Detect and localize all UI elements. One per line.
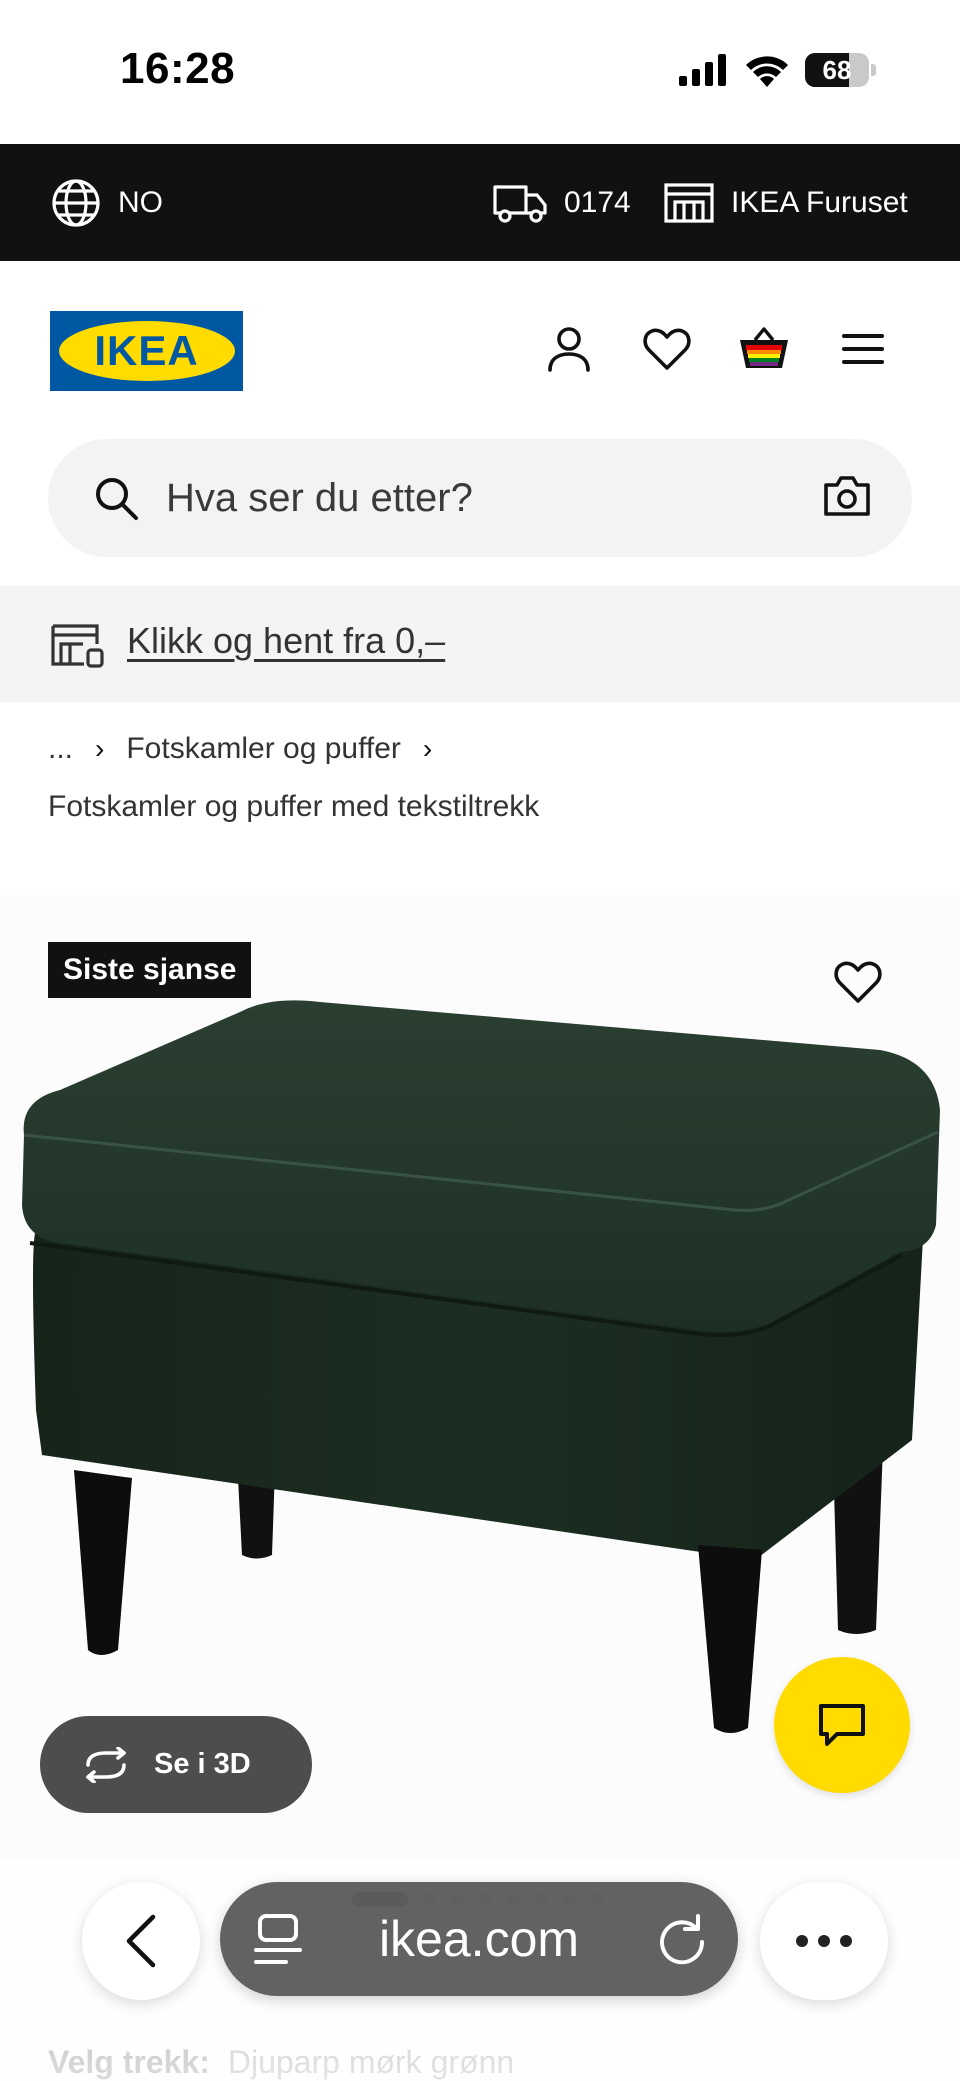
delivery-truck-icon (493, 184, 547, 223)
browser-back-button[interactable] (82, 1882, 200, 2000)
more-dot (796, 1935, 808, 1947)
heart-icon (643, 328, 691, 370)
more-dot (840, 1935, 852, 1947)
breadcrumb-ellipsis[interactable]: ... (48, 732, 73, 766)
menu-button[interactable] (835, 321, 891, 377)
top-bar: NO 0174 IKEA Furuset (0, 144, 960, 261)
cover-value: Djuparp mørk grønn (227, 2044, 515, 2080)
status-indicators: 68 (679, 52, 876, 88)
battery-indicator: 68 (805, 53, 869, 87)
ikea-logo[interactable]: IKEA (50, 311, 243, 391)
browser-more-button[interactable] (760, 1882, 888, 2000)
more-dot (818, 1935, 830, 1947)
postcode: 0174 (564, 185, 631, 219)
last-chance-badge: Siste sjanse (48, 942, 252, 998)
click-collect-store-icon (51, 624, 104, 668)
country-code: NO (118, 185, 163, 219)
browser-address-bar[interactable]: ikea.com (220, 1882, 738, 1996)
status-time: 16:28 (120, 44, 236, 93)
account-button[interactable] (541, 321, 597, 377)
wifi-icon (746, 56, 788, 87)
hamburger-menu-icon (842, 334, 884, 364)
breadcrumb: ... › Fotskamler og puffer › (48, 732, 454, 766)
logo-text: IKEA (94, 327, 199, 374)
rotate-3d-icon (86, 1746, 126, 1783)
cart-button[interactable] (736, 321, 792, 377)
globe-icon (52, 178, 100, 227)
favourite-heart-icon[interactable] (834, 960, 882, 1004)
camera-search-icon[interactable] (822, 473, 872, 519)
breadcrumb-parent-link[interactable]: Fotskamler og puffer (126, 732, 401, 766)
view-3d-button[interactable]: Se i 3D (40, 1716, 312, 1813)
store-selector[interactable]: IKEA Furuset (663, 144, 908, 261)
cellular-signal-icon (679, 54, 726, 86)
chat-button[interactable] (774, 1657, 910, 1793)
cover-label: Velg trekk: (48, 2044, 210, 2080)
country-selector[interactable]: NO (50, 144, 163, 261)
chevron-left-icon (126, 1914, 156, 1968)
shopping-bag-icon (740, 327, 788, 368)
search-icon[interactable] (92, 474, 140, 522)
search-input[interactable] (166, 439, 726, 557)
battery-tip (871, 64, 876, 76)
wishlist-button[interactable] (639, 321, 695, 377)
logo-oval: IKEA (58, 321, 235, 381)
store-icon (664, 182, 714, 223)
user-icon (548, 327, 590, 372)
chat-bubble-icon (819, 1704, 865, 1746)
status-bar: 16:28 68 (0, 0, 960, 144)
chevron-right-icon: › (95, 733, 105, 764)
cover-selector[interactable]: Velg trekk: Djuparp mørk grønn (48, 2044, 514, 2081)
chevron-right-icon: › (422, 733, 433, 764)
reload-icon[interactable] (656, 1912, 708, 1966)
click-collect-link[interactable]: Klikk og hent fra 0,– (127, 620, 445, 662)
view-3d-label: Se i 3D (154, 1748, 251, 1780)
store-name: IKEA Furuset (731, 185, 908, 219)
battery-level: 68 (822, 54, 852, 85)
breadcrumb-current[interactable]: Fotskamler og puffer med tekstiltrekk (48, 790, 539, 824)
click-collect-banner: Klikk og hent fra 0,– (0, 586, 960, 702)
search-bar (48, 439, 912, 557)
product-image[interactable] (0, 990, 960, 1770)
delivery-postcode[interactable]: 0174 (492, 144, 631, 261)
